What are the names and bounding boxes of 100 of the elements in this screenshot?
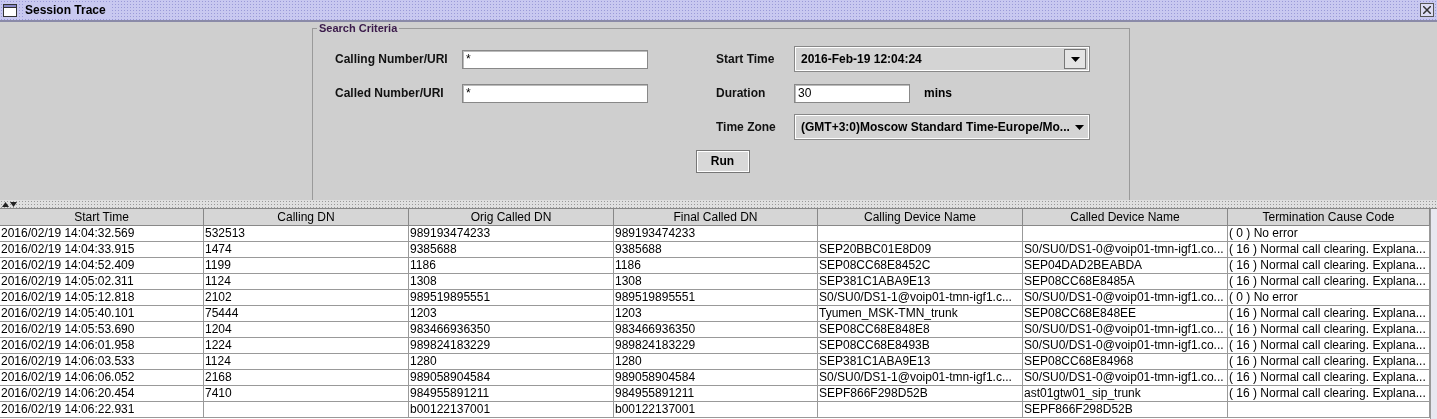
table-cell: 989058904584 xyxy=(614,370,818,386)
field-label: Called Number/URI xyxy=(335,86,445,100)
table-cell: 989519895551 xyxy=(409,290,614,306)
table-cell: 989519895551 xyxy=(614,290,818,306)
column-header[interactable]: Orig Called DN xyxy=(409,209,614,226)
date-dropdown[interactable]: 2016-Feb-19 12:04:24 xyxy=(794,46,1090,72)
window-title: Session Trace xyxy=(23,3,110,17)
table-cell: S0/SU0/DS1-0@voip01-tmn-igf1.co... xyxy=(1023,242,1228,258)
table-cell: 2016/02/19 14:06:22.931 xyxy=(0,402,204,418)
table-cell: 1474 xyxy=(204,242,409,258)
input-field[interactable]: * xyxy=(462,49,648,69)
table-cell: 9385688 xyxy=(614,242,818,258)
timezone-dropdown[interactable]: (GMT+3:0)Moscow Standard Time-Europe/Mo... xyxy=(794,114,1090,140)
table-cell: SEP20BBC01E8D09 xyxy=(818,242,1023,258)
table-cell: 1186 xyxy=(409,258,614,274)
table-cell: S0/SU0/DS1-1@voip01-tmn-igf1.c... xyxy=(818,370,1023,386)
table-cell: ( 16 ) Normal call clearing. Explana... xyxy=(1228,386,1430,402)
table-cell: 75444 xyxy=(204,306,409,322)
table-cell: 1199 xyxy=(204,258,409,274)
table-cell: 2016/02/19 14:04:52.409 xyxy=(0,258,204,274)
input-field[interactable]: 30 xyxy=(794,83,910,103)
table-cell: b00122137001 xyxy=(614,402,818,418)
column-header[interactable]: Start Time xyxy=(0,209,204,226)
table-cell: 1224 xyxy=(204,338,409,354)
table-cell: 2168 xyxy=(204,370,409,386)
table-cell: 1308 xyxy=(614,274,818,290)
window-icon xyxy=(3,3,17,17)
table-cell: 2016/02/19 14:04:33.915 xyxy=(0,242,204,258)
table-cell: ( 16 ) Normal call clearing. Explana... xyxy=(1228,242,1430,258)
table-cell: 1308 xyxy=(409,274,614,290)
table-cell: 1280 xyxy=(409,354,614,370)
table-cell: 983466936350 xyxy=(614,322,818,338)
table-cell: 1124 xyxy=(204,274,409,290)
table-cell: b00122137001 xyxy=(409,402,614,418)
field-label: Time Zone xyxy=(716,120,777,134)
run-button[interactable]: Run xyxy=(695,149,750,173)
table-cell: SEPF866F298D52B xyxy=(818,386,1023,402)
unit-label: mins xyxy=(924,86,952,100)
table-cell: ( 16 ) Normal call clearing. Explana... xyxy=(1228,306,1430,322)
column-header[interactable]: Calling Device Name xyxy=(818,209,1023,226)
column-header[interactable]: Termination Cause Code xyxy=(1228,209,1430,226)
table-cell: S0/SU0/DS1-1@voip01-tmn-igf1.c... xyxy=(818,290,1023,306)
table-cell: SEP08CC68E8493B xyxy=(818,338,1023,354)
caret-icon xyxy=(1075,124,1085,130)
table-cell: 1204 xyxy=(204,322,409,338)
table-cell: ( 16 ) Normal call clearing. Explana... xyxy=(1228,370,1430,386)
table-cell: 2016/02/19 14:06:03.533 xyxy=(0,354,204,370)
table-cell: SEP381C1ABA9E13 xyxy=(818,274,1023,290)
table-cell: 2016/02/19 14:06:06.052 xyxy=(0,370,204,386)
table-cell: 2016/02/19 14:05:02.311 xyxy=(0,274,204,290)
table-cell: S0/SU0/DS1-0@voip01-tmn-igf1.co... xyxy=(1023,338,1228,354)
table-cell: S0/SU0/DS1-0@voip01-tmn-igf1.co... xyxy=(1023,370,1228,386)
table-cell: 984955891211 xyxy=(614,386,818,402)
column-header[interactable]: Called Device Name xyxy=(1023,209,1228,226)
table-cell: SEP08CC68E84968 xyxy=(1023,354,1228,370)
table-cell: ( 16 ) Normal call clearing. Explana... xyxy=(1228,322,1430,338)
close-button[interactable] xyxy=(1420,3,1434,17)
table-cell: SEPF866F298D52B xyxy=(1023,402,1228,418)
table-cell: 989824183229 xyxy=(409,338,614,354)
table-cell: 1203 xyxy=(409,306,614,322)
table-cell: 532513 xyxy=(204,226,409,242)
table-cell: S0/SU0/DS1-0@voip01-tmn-igf1.co... xyxy=(1023,290,1228,306)
table-cell: ( 0 ) No error xyxy=(1228,226,1430,242)
column-header[interactable]: Calling DN xyxy=(204,209,409,226)
table-cell: SEP08CC68E8485A xyxy=(1023,274,1228,290)
caret-icon xyxy=(1070,56,1080,62)
table-cell: SEP04DAD2BEABDA xyxy=(1023,258,1228,274)
table-cell: SEP08CC68E848E8 xyxy=(818,322,1023,338)
scrollbar[interactable] xyxy=(1430,209,1437,419)
table-cell: Tyumen_MSK-TMN_trunk xyxy=(818,306,1023,322)
collapse-down-icon[interactable] xyxy=(10,201,17,207)
field-label: Calling Number/URI xyxy=(335,52,449,66)
table-cell: 1203 xyxy=(614,306,818,322)
field-label: Duration xyxy=(716,86,767,100)
table-cell: 984955891211 xyxy=(409,386,614,402)
table-cell: SEP08CC68E8452C xyxy=(818,258,1023,274)
table-cell: SEP08CC68E848EE xyxy=(1023,306,1228,322)
expand-up-icon[interactable] xyxy=(2,201,9,207)
table-cell: 983466936350 xyxy=(409,322,614,338)
table-cell: 989824183229 xyxy=(614,338,818,354)
field-label: Start Time xyxy=(716,52,776,66)
table-cell: 2016/02/19 14:04:32.569 xyxy=(0,226,204,242)
table-cell: 989193474233 xyxy=(614,226,818,242)
panel-title: Search Criteria xyxy=(318,22,399,34)
table-cell: 2016/02/19 14:05:53.690 xyxy=(0,322,204,338)
table-cell: ( 16 ) Normal call clearing. Explana... xyxy=(1228,354,1430,370)
table-cell: S0/SU0/DS1-0@voip01-tmn-igf1.co... xyxy=(1023,322,1228,338)
input-field[interactable]: * xyxy=(462,83,648,103)
table-cell: SEP381C1ABA9E13 xyxy=(818,354,1023,370)
table-cell: ast01gtw01_sip_trunk xyxy=(1023,386,1228,402)
table-cell: 2016/02/19 14:05:40.101 xyxy=(0,306,204,322)
table-cell: ( 16 ) Normal call clearing. Explana... xyxy=(1228,274,1430,290)
table-cell: ( 16 ) Normal call clearing. Explana... xyxy=(1228,338,1430,354)
table-cell: 1186 xyxy=(614,258,818,274)
table-cell: 9385688 xyxy=(409,242,614,258)
table-cell: ( 16 ) Normal call clearing. Explana... xyxy=(1228,258,1430,274)
dropdown-button[interactable] xyxy=(1064,49,1086,69)
table-cell: ( 0 ) No error xyxy=(1228,290,1430,306)
column-header[interactable]: Final Called DN xyxy=(614,209,818,226)
table-cell: 7410 xyxy=(204,386,409,402)
